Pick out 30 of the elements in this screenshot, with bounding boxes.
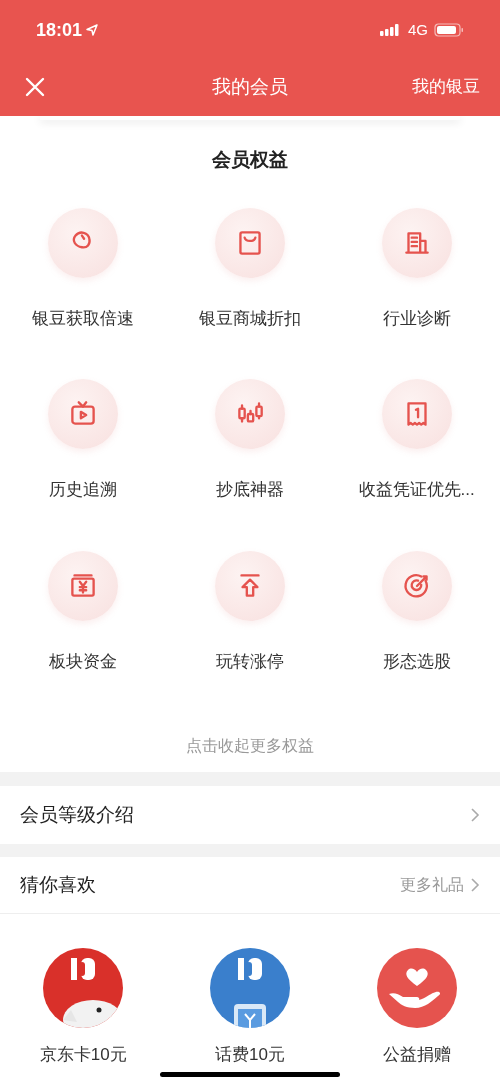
benefit-label: 银豆商城折扣 (199, 307, 301, 330)
status-time: 18:01 (36, 18, 83, 42)
chevron-right-icon (470, 807, 480, 823)
recommend-title: 猜你喜欢 (20, 872, 96, 897)
heart-hand-icon (376, 948, 457, 1028)
benefit-label: 玩转涨停 (216, 650, 284, 673)
more-gifts-link[interactable]: 更多礼品 (400, 873, 480, 897)
benefit-label: 形态选股 (382, 650, 451, 673)
level-intro-row[interactable]: 会员等级介绍 (0, 786, 500, 844)
network-label: 4G (408, 19, 428, 40)
benefit-label: 行业诊断 (382, 307, 451, 330)
signal-icon (380, 24, 402, 36)
my-beans-link[interactable]: 我的银豆 (412, 74, 480, 100)
benefit-label: 板块资金 (49, 650, 118, 673)
section-title: 会员权益 (212, 148, 288, 172)
page-title: 我的会员 (212, 74, 288, 99)
benefit-label: 抄底神器 (216, 479, 284, 501)
battery-icon (434, 23, 464, 37)
level-intro-label: 会员等级介绍 (20, 802, 134, 827)
gift-label: 话费10元 (215, 1044, 285, 1066)
chevron-right-icon (470, 877, 480, 893)
gift-label: 公益捐赠 (382, 1044, 451, 1066)
benefit-label: 历史追溯 (49, 479, 118, 501)
benefit-label: 银豆获取倍速 (32, 307, 135, 330)
close-icon (25, 77, 45, 97)
close-button[interactable] (24, 76, 46, 98)
benefit-label: 收益凭证优先... (358, 479, 475, 501)
location-arrow-icon (86, 24, 99, 36)
collapse-benefits-link[interactable]: 点击收起更多权益 (186, 734, 314, 758)
gift-label: 京东卡10元 (39, 1044, 127, 1066)
